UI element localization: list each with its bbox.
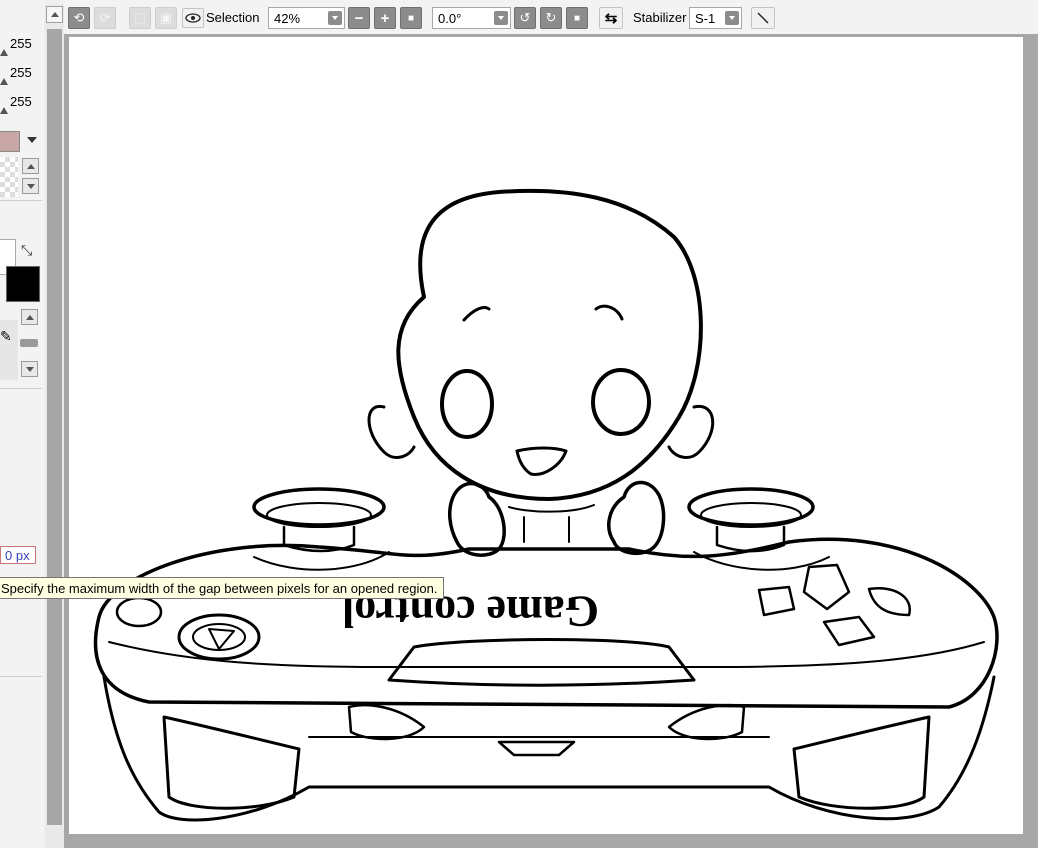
foreground-color-swatch[interactable] <box>6 266 40 302</box>
brush-size-slider[interactable] <box>20 339 38 347</box>
scrollbar-thumb[interactable] <box>47 29 62 825</box>
gap-width-input[interactable]: 0 px <box>0 546 36 564</box>
zoom-reset-button[interactable]: ■ <box>400 7 422 29</box>
rotate-reset-button[interactable]: ■ <box>566 7 588 29</box>
brush-size-down-button[interactable] <box>21 361 38 377</box>
left-panel: 255 255 255 ⤡ ✎ 0 px <box>0 0 44 848</box>
zoom-out-icon: − <box>354 9 364 27</box>
drawing-canvas[interactable]: Game control <box>69 37 1023 834</box>
rotation-dropdown-button[interactable] <box>494 11 508 25</box>
swap-colors-icon[interactable]: ⤡ <box>21 242 32 259</box>
rotation-value: 0.0° <box>438 10 462 26</box>
slider-marker-red[interactable] <box>0 49 8 56</box>
divider <box>0 200 42 201</box>
redo-button[interactable]: ⟳ <box>94 7 116 29</box>
redo-icon: ⟳ <box>99 10 111 25</box>
rotate-left-button[interactable]: ↺ <box>514 7 536 29</box>
spin-down-button[interactable] <box>22 178 39 194</box>
canvas-area[interactable]: Game control <box>64 34 1038 848</box>
eye-icon <box>185 13 201 23</box>
zoom-reset-icon: ■ <box>407 12 415 24</box>
color-dropdown-icon[interactable] <box>27 137 37 143</box>
undo-icon: ⟲ <box>73 10 85 25</box>
line-art-drawing: Game control <box>93 188 999 822</box>
transparency-swatch[interactable] <box>0 157 18 197</box>
stabilizer-line-icon <box>757 12 769 24</box>
selection-label: Selection <box>206 10 260 25</box>
brush-icon: ✎ <box>0 328 12 344</box>
red-value: 255 <box>10 36 32 51</box>
brush-size-up-button[interactable] <box>21 309 38 325</box>
blue-value: 255 <box>10 94 32 109</box>
selection-visibility-toggle[interactable] <box>182 8 204 28</box>
zoom-out-button[interactable]: − <box>348 7 370 29</box>
flip-icon: ⇆ <box>604 10 618 27</box>
clear-selection-button[interactable]: ⬚ <box>129 7 151 29</box>
zoom-dropdown-button[interactable] <box>328 11 342 25</box>
invert-selection-button[interactable]: ▣ <box>155 7 177 29</box>
spin-up-button[interactable] <box>22 158 39 174</box>
rotate-right-button[interactable]: ↻ <box>540 7 562 29</box>
zoom-combo[interactable]: 42% <box>268 7 345 29</box>
zoom-in-icon: + <box>380 9 390 27</box>
tooltip: Specify the maximum width of the gap bet… <box>0 577 445 599</box>
stabilizer-label: Stabilizer <box>633 10 687 25</box>
toolbar: ⟲ ⟳ ⬚ ▣ Selection 42% − + ■ 0.0° ↺ ↻ ■ ⇆… <box>64 0 1038 35</box>
rotate-left-icon: ↺ <box>519 10 531 25</box>
stabilizer-combo[interactable]: S-1 <box>689 7 742 29</box>
stabilizer-dropdown-button[interactable] <box>725 11 739 25</box>
undo-button[interactable]: ⟲ <box>68 7 90 29</box>
rotate-right-icon: ↻ <box>545 10 557 25</box>
green-value: 255 <box>10 65 32 80</box>
stabilizer-value: S-1 <box>695 10 716 26</box>
slider-marker-green[interactable] <box>0 78 8 85</box>
flip-button[interactable]: ⇆ <box>599 7 623 29</box>
divider <box>0 388 42 389</box>
scroll-up-button[interactable] <box>46 6 63 23</box>
main-color-swatch[interactable] <box>0 131 20 152</box>
clear-selection-icon: ⬚ <box>133 10 147 25</box>
invert-selection-icon: ▣ <box>159 10 173 25</box>
vertical-scrollbar[interactable] <box>45 5 64 848</box>
zoom-value: 42% <box>274 10 301 26</box>
rotation-combo[interactable]: 0.0° <box>432 7 511 29</box>
divider <box>0 676 42 677</box>
zoom-in-button[interactable]: + <box>374 7 396 29</box>
stabilizer-line-button[interactable] <box>751 7 775 29</box>
slider-marker-blue[interactable] <box>0 107 8 114</box>
rotate-reset-icon: ■ <box>573 12 581 24</box>
